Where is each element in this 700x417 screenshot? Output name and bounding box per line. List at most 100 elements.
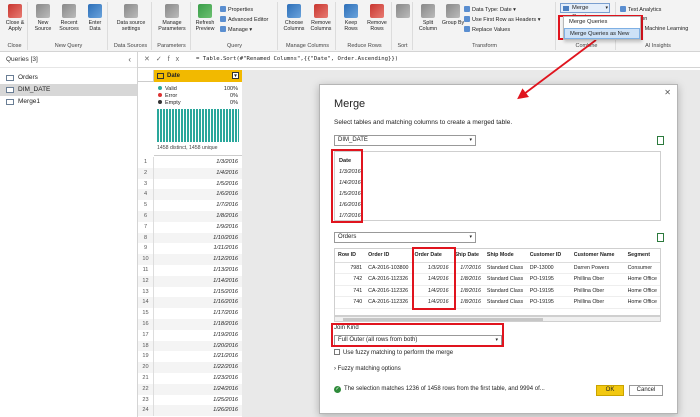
date-cell[interactable]: 1/24/2016 [154, 384, 242, 395]
date-cell[interactable]: 1/10/2016 [154, 233, 242, 244]
refresh-preview-button[interactable]: Refresh Preview [193, 4, 217, 32]
date-cell[interactable]: 1/22/2016 [154, 362, 242, 373]
column-header[interactable]: Date [339, 156, 361, 167]
date-cell[interactable]: 1/3/2016 [154, 157, 242, 168]
table-row[interactable]: 10 1/12/2016 [138, 254, 242, 265]
menu-item-merge-queries[interactable]: Merge Queries [564, 17, 640, 28]
column-header[interactable]: Row ID [335, 249, 366, 263]
table-row[interactable]: 2 1/4/2016 [138, 167, 242, 179]
cancel-button[interactable]: Cancel [629, 385, 663, 396]
properties-button[interactable]: Properties [220, 6, 253, 14]
new-source-button[interactable]: New Source [31, 4, 55, 32]
fuzzy-matching-checkbox[interactable]: Use fuzzy matching to perform the merge [334, 349, 453, 356]
table-row[interactable]: 12 1/14/2016 [138, 275, 242, 287]
chevron-down-icon[interactable]: ▾ [605, 4, 608, 13]
table-row[interactable]: 24 1/26/2016 [138, 405, 242, 417]
merge-queries-button[interactable]: Merge Queries▾ [560, 3, 610, 20]
query-item-orders[interactable]: Orders [0, 72, 137, 84]
first-table-select[interactable]: DIM_DATE ▾ [334, 135, 476, 146]
manage-parameters-button[interactable]: Manage Parameters [156, 4, 188, 32]
date-cell[interactable]: 1/19/2016 [154, 330, 242, 341]
table-row[interactable]: 6 1/8/2016 [138, 210, 242, 222]
azure-ml-button[interactable]: e Machine Learning [640, 26, 688, 33]
table-row[interactable]: 19 1/21/2016 [138, 351, 242, 363]
table-row[interactable]: 18 1/20/2016 [138, 340, 242, 352]
date-cell[interactable]: 1/5/2016 [154, 179, 242, 190]
replace-values-button[interactable]: Replace Values [464, 26, 510, 34]
split-column-button[interactable]: Split Column [416, 4, 440, 32]
table-row[interactable]: 5 1/7/2016 [138, 200, 242, 211]
date-cell[interactable]: 1/11/2016 [154, 243, 242, 254]
column-header-date[interactable]: Date ▾ [154, 70, 242, 82]
date-cell[interactable]: 1/23/2016 [154, 373, 242, 384]
choose-columns-button[interactable]: Choose Columns [282, 4, 306, 32]
table-row[interactable]: 11 1/13/2016 [138, 264, 242, 276]
date-cell[interactable]: 1/15/2016 [154, 287, 242, 298]
column-header[interactable]: Ship Date [451, 249, 484, 263]
menu-item-merge-queries-as-new[interactable]: Merge Queries as New [564, 28, 640, 39]
date-cell[interactable]: 1/12/2016 [154, 254, 242, 265]
date-cell[interactable]: 1/17/2016 [154, 308, 242, 319]
date-cell[interactable]: 1/16/2016 [154, 297, 242, 308]
column-header[interactable]: Ship Mode [483, 249, 527, 263]
date-cell[interactable]: 1/6/2016 [154, 189, 242, 200]
table-row[interactable]: 21 1/23/2016 [138, 372, 242, 384]
filter-icon[interactable]: ▾ [232, 72, 239, 79]
column-header[interactable]: Order Date [411, 249, 452, 263]
close-apply-button[interactable]: Close & Apply [3, 4, 27, 32]
table-row[interactable]: 3 1/5/2016 [138, 178, 242, 190]
remove-rows-button[interactable]: Remove Rows [365, 4, 389, 32]
file-icon[interactable] [657, 233, 664, 242]
second-table-select[interactable]: Orders ▾ [334, 232, 476, 243]
date-cell[interactable]: 1/13/2016 [154, 265, 242, 276]
text-analytics-button[interactable]: Text Analytics [620, 6, 661, 14]
table-row[interactable]: 13 1/15/2016 [138, 286, 242, 298]
table-row[interactable]: 15 1/17/2016 [138, 308, 242, 319]
close-icon[interactable]: ✕ [664, 88, 671, 97]
scrollbar-thumb[interactable] [343, 318, 543, 321]
ok-button[interactable]: OK [596, 385, 624, 396]
formula-input[interactable]: = Table.Sort(#"Renamed Columns",{{"Date"… [196, 56, 398, 62]
column-header[interactable]: Customer Name [570, 249, 625, 263]
table-row[interactable]: 16 1/18/2016 [138, 318, 242, 330]
table-row[interactable]: 4 1/6/2016 [138, 189, 242, 201]
group-by-button[interactable]: Group By [441, 4, 465, 26]
query-item-merge1[interactable]: Merge1 [0, 96, 137, 108]
date-cell[interactable]: 1/14/2016 [154, 276, 242, 287]
column-header[interactable]: Order ID [365, 249, 412, 263]
recent-sources-button[interactable]: Recent Sources [57, 4, 81, 32]
table-row[interactable]: 7 1/9/2016 [138, 221, 242, 233]
date-cell[interactable]: 1/20/2016 [154, 341, 242, 352]
enter-data-button[interactable]: Enter Data [83, 4, 107, 32]
column-header[interactable]: Segment [624, 249, 660, 263]
date-cell[interactable]: 1/7/2016 [154, 200, 242, 211]
date-column[interactable]: Date 1/3/2016 1/4/2016 1/5/2016 1/6/2016… [339, 156, 361, 222]
vision-button[interactable]: ion [640, 16, 647, 23]
fuzzy-options-toggle[interactable]: › Fuzzy matching options [334, 366, 401, 372]
remove-columns-button[interactable]: Remove Columns [309, 4, 333, 32]
date-cell[interactable]: 1/25/2016 [154, 395, 242, 406]
table-row[interactable]: 8 1/10/2016 [138, 232, 242, 244]
manage-button[interactable]: Manage ▾ [220, 26, 252, 34]
column-header[interactable]: Customer ID [526, 249, 571, 263]
grid-corner[interactable] [138, 70, 154, 82]
table-row[interactable]: 20 1/22/2016 [138, 362, 242, 373]
join-kind-select[interactable]: Full Outer (all rows from both) ▾ [334, 335, 502, 346]
date-cell[interactable]: 1/4/2016 [154, 168, 242, 179]
date-cell[interactable]: 1/8/2016 [154, 211, 242, 222]
sort-button[interactable] [391, 4, 415, 20]
file-icon[interactable] [657, 136, 664, 145]
horizontal-scrollbar[interactable] [334, 316, 661, 322]
table-row[interactable]: 22 1/24/2016 [138, 383, 242, 395]
date-cell[interactable]: 1/26/2016 [154, 405, 242, 416]
use-first-row-button[interactable]: Use First Row as Headers ▾ [464, 16, 540, 24]
table-row[interactable]: 14 1/16/2016 [138, 297, 242, 309]
collapse-icon[interactable]: ‹ [128, 52, 131, 68]
table-row[interactable]: 17 1/19/2016 [138, 329, 242, 341]
table-row[interactable]: 9 1/11/2016 [138, 243, 242, 255]
keep-rows-button[interactable]: Keep Rows [339, 4, 363, 32]
date-cell[interactable]: 1/18/2016 [154, 319, 242, 330]
date-cell[interactable]: 1/9/2016 [154, 222, 242, 233]
table-row[interactable]: 23 1/25/2016 [138, 394, 242, 406]
checkbox-icon[interactable] [334, 349, 340, 355]
